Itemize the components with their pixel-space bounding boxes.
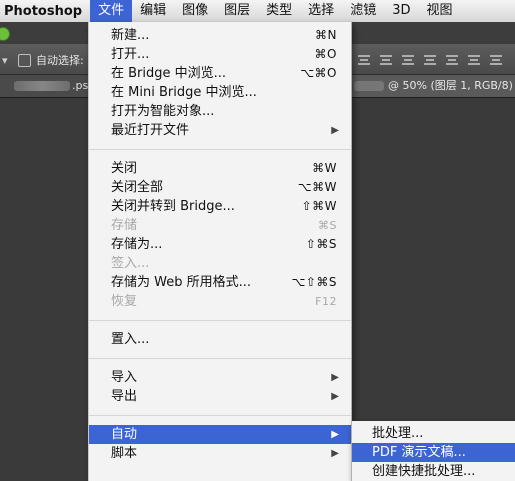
shortcut-label: F12: [315, 295, 337, 308]
auto-select-checkbox[interactable]: [18, 53, 31, 67]
submenu-item-create-droplet[interactable]: 创建快捷批处理...: [352, 462, 515, 481]
align-icon[interactable]: [356, 53, 372, 67]
submenu-arrow-icon: ▶: [331, 429, 339, 440]
shortcut-label: ⇧⌘S: [305, 237, 337, 251]
menu-item-label: 自动: [111, 427, 138, 442]
auto-select-label: 自动选择:: [36, 54, 84, 67]
shortcut-label: ⌘N: [315, 28, 337, 42]
menu-item-import[interactable]: 导入 ▶: [89, 368, 351, 387]
shortcut-label: ⌥⌘W: [297, 180, 337, 194]
menu-item-place[interactable]: 置入...: [89, 330, 351, 349]
align-distribute-icons: [356, 50, 515, 70]
menu-item-label: 在 Bridge 中浏览...: [111, 66, 227, 81]
menu-item-browse-bridge[interactable]: 在 Bridge 中浏览... ⌥⌘O: [89, 64, 351, 83]
shortcut-label: ⌘S: [318, 219, 337, 232]
menu-item-label: 最近打开文件: [111, 123, 190, 138]
menu-type[interactable]: 类型: [258, 0, 300, 22]
menu-select[interactable]: 选择: [300, 0, 342, 22]
submenu-arrow-icon: ▶: [331, 391, 339, 402]
menu-item-scripts[interactable]: 脚本 ▶: [89, 444, 351, 463]
document-tab-label: @ 50% (图层 1, RGB/8): [388, 79, 513, 92]
file-menu: 新建... ⌘N 打开... ⌘O 在 Bridge 中浏览... ⌥⌘O 在 …: [88, 22, 352, 481]
menu-item-new[interactable]: 新建... ⌘N: [89, 26, 351, 45]
menu-item-label: 导入: [111, 370, 138, 385]
menu-item-label: 关闭并转到 Bridge...: [111, 199, 235, 214]
menu-item-save-for-web[interactable]: 存储为 Web 所用格式... ⌥⇧⌘S: [89, 273, 351, 292]
menu-item-save: 存储 ⌘S: [89, 216, 351, 235]
menu-item-automate[interactable]: 自动 ▶: [89, 425, 351, 444]
menu-item-label: 打开为智能对象...: [111, 104, 215, 119]
menu-separator: [89, 149, 351, 150]
menu-item-label: 存储: [111, 218, 138, 233]
menu-item-save-as[interactable]: 存储为... ⇧⌘S: [89, 235, 351, 254]
submenu-arrow-icon: ▶: [331, 125, 339, 136]
shortcut-label: ⇧⌘W: [301, 199, 337, 213]
menu-edit[interactable]: 编辑: [132, 0, 174, 22]
align-icon[interactable]: [378, 53, 394, 67]
menu-item-label: 恢复: [111, 294, 138, 309]
shortcut-label: ⌥⌘O: [300, 66, 337, 80]
app-menu-photoshop[interactable]: Photoshop: [0, 4, 90, 19]
align-icon[interactable]: [444, 53, 460, 67]
menu-item-label: 打开...: [111, 47, 150, 62]
menu-item-label: 新建...: [111, 28, 150, 43]
menu-view[interactable]: 视图: [418, 0, 460, 22]
menu-item-label: 关闭全部: [111, 180, 164, 195]
align-icon[interactable]: [466, 53, 482, 67]
document-tab[interactable]: .ps: [0, 75, 90, 97]
submenu-arrow-icon: ▶: [331, 448, 339, 459]
submenu-item-pdf-presentation[interactable]: PDF 演示文稿...: [352, 443, 515, 462]
menu-item-label: 在 Mini Bridge 中浏览...: [111, 85, 257, 100]
blurred-filename: [14, 81, 70, 91]
menu-item-close-go-bridge[interactable]: 关闭并转到 Bridge... ⇧⌘W: [89, 197, 351, 216]
menu-item-revert: 恢复 F12: [89, 292, 351, 311]
menu-item-check-in: 签入...: [89, 254, 351, 273]
submenu-arrow-icon: ▶: [331, 372, 339, 383]
menu-3d[interactable]: 3D: [384, 0, 418, 22]
menu-image[interactable]: 图像: [174, 0, 216, 22]
menu-separator: [89, 358, 351, 359]
shortcut-label: ⌘O: [314, 47, 337, 61]
menu-layer[interactable]: 图层: [216, 0, 258, 22]
menu-item-export[interactable]: 导出 ▶: [89, 387, 351, 406]
menu-item-label: 存储为...: [111, 237, 163, 252]
submenu-item-batch[interactable]: 批处理...: [352, 424, 515, 443]
menu-item-close-all[interactable]: 关闭全部 ⌥⌘W: [89, 178, 351, 197]
menu-item-label: 置入...: [111, 332, 150, 347]
document-tab-active[interactable]: @ 50% (图层 1, RGB/8): [352, 75, 515, 97]
menu-item-label: 关闭: [111, 161, 138, 176]
align-icon[interactable]: [400, 53, 416, 67]
menu-item-label: 签入...: [111, 256, 150, 271]
menu-separator: [89, 415, 351, 416]
blurred-filename: [354, 81, 384, 91]
align-icon[interactable]: [488, 53, 504, 67]
auto-select-option[interactable]: 自动选择:: [18, 52, 84, 68]
menu-item-open-recent[interactable]: 最近打开文件 ▶: [89, 121, 351, 140]
align-icon[interactable]: [422, 53, 438, 67]
menu-item-label: 导出: [111, 389, 138, 404]
shortcut-label: ⌘W: [312, 161, 337, 175]
menu-item-label: 脚本: [111, 446, 138, 461]
menu-item-browse-mini-bridge[interactable]: 在 Mini Bridge 中浏览...: [89, 83, 351, 102]
menu-bar: Photoshop 文件 编辑 图像 图层 类型 选择 滤镜 3D 视图: [0, 0, 515, 23]
menu-item-open-as-smart-object[interactable]: 打开为智能对象...: [89, 102, 351, 121]
menu-item-close[interactable]: 关闭 ⌘W: [89, 159, 351, 178]
automate-submenu: 批处理... PDF 演示文稿... 创建快捷批处理...: [351, 421, 515, 481]
menu-item-label: 存储为 Web 所用格式...: [111, 275, 252, 290]
shortcut-label: ⌥⇧⌘S: [291, 275, 337, 289]
menu-file[interactable]: 文件: [90, 0, 133, 22]
menu-filter[interactable]: 滤镜: [342, 0, 384, 22]
menu-item-open[interactable]: 打开... ⌘O: [89, 45, 351, 64]
document-tab-ext: .ps: [72, 79, 89, 92]
tool-preset-arrow-icon[interactable]: ▾: [2, 54, 8, 67]
menu-separator: [89, 320, 351, 321]
